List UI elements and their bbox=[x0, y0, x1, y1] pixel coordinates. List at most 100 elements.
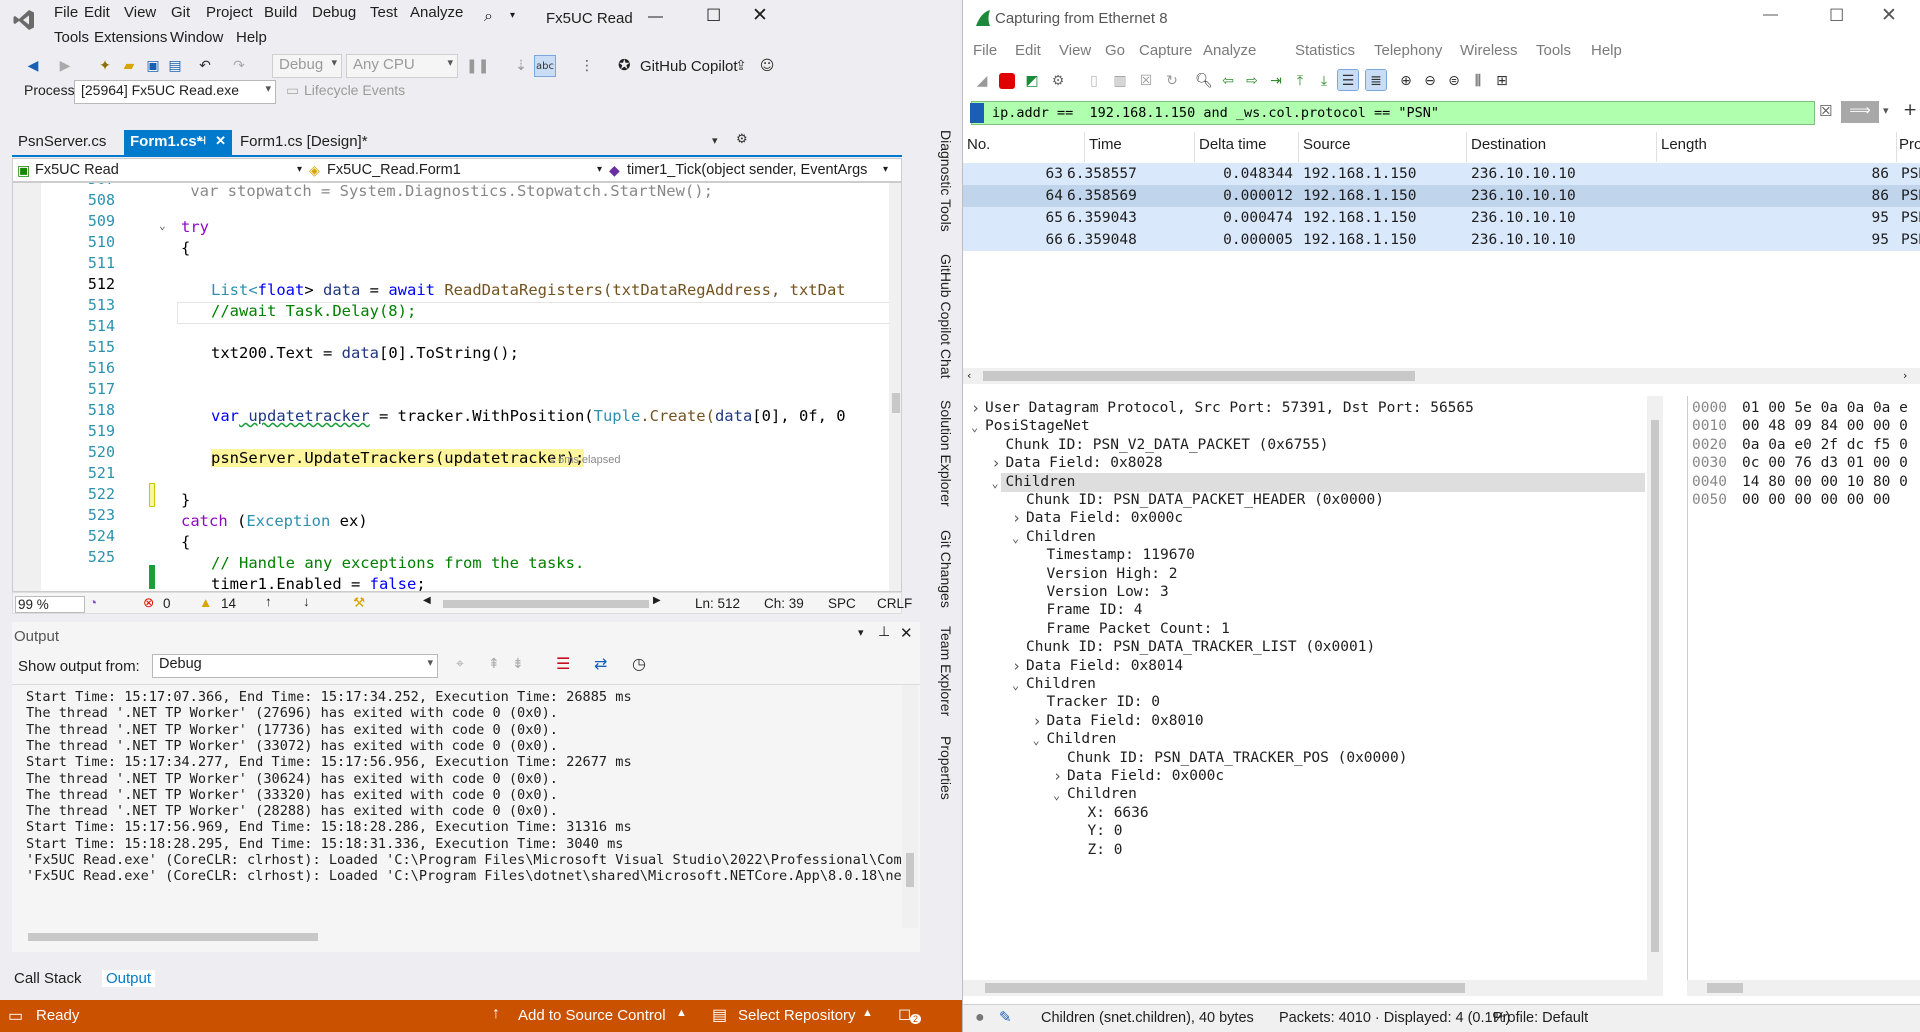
output-vertical-scrollbar[interactable] bbox=[902, 685, 918, 928]
output-source-select[interactable]: Debug ▾ bbox=[152, 654, 438, 678]
col-length[interactable]: Length bbox=[1657, 132, 1897, 162]
column-indicator[interactable]: Ch: 39 bbox=[764, 596, 804, 611]
class-dropdown-arrow[interactable]: ▾ bbox=[597, 164, 602, 175]
col-source[interactable]: Source bbox=[1299, 132, 1467, 162]
save-file-icon[interactable]: ▥ bbox=[1109, 70, 1131, 92]
tab-form1-design[interactable]: Form1.cs [Design]* bbox=[234, 130, 384, 156]
packet-row[interactable]: 66 6.359048 0.000005 192.168.1.150 236.10.10… bbox=[963, 229, 1920, 251]
search-icon[interactable]: ⌕ bbox=[484, 8, 493, 26]
hex-bytes[interactable]: 00 48 09 84 00 00 0 bbox=[1742, 418, 1908, 434]
tree-node[interactable]: Version Low: 3 bbox=[1047, 584, 1169, 600]
perf-tip[interactable]: ≤ 6ms elapsed bbox=[549, 454, 620, 466]
tree-node[interactable]: Data Field: 0x000c bbox=[1067, 768, 1224, 784]
packet-row[interactable]: 63 6.358557 0.048344 192.168.1.150 236.10.10… bbox=[963, 163, 1920, 185]
resize-columns-icon[interactable]: ⫼ bbox=[1467, 70, 1489, 92]
side-tab-team-explorer[interactable]: Team Explorer bbox=[938, 626, 954, 716]
col-no[interactable]: No. bbox=[963, 132, 1085, 162]
details-hscroll[interactable] bbox=[963, 980, 1663, 996]
config-select[interactable]: Debug ▾ bbox=[272, 54, 342, 78]
copilot-button[interactable]: GitHub Copilot bbox=[640, 58, 738, 75]
output-text[interactable]: Start Time: 15:17:07.366, End Time: 15:1… bbox=[12, 684, 920, 928]
packet-row[interactable]: 64 6.358569 0.000012 192.168.1.150 236.10.10… bbox=[963, 185, 1920, 207]
menu-test[interactable]: Test bbox=[370, 4, 398, 21]
expanded-chevron-icon[interactable]: ⌄ bbox=[971, 420, 978, 434]
ws-menu-analyze[interactable]: Analyze bbox=[1203, 42, 1256, 59]
tree-node[interactable]: Children bbox=[1006, 474, 1076, 490]
tab-call-stack[interactable]: Call Stack bbox=[14, 970, 82, 987]
close-button[interactable]: ✕ bbox=[752, 4, 768, 27]
collapsed-chevron-icon[interactable]: › bbox=[971, 399, 980, 417]
open-file-icon[interactable]: ▯ bbox=[1083, 70, 1105, 92]
hex-bytes[interactable]: 0a 0a e0 2f dc f5 0 bbox=[1742, 437, 1908, 453]
tree-node[interactable]: Children bbox=[1067, 786, 1137, 802]
go-forward-icon[interactable]: ⇨ bbox=[1241, 70, 1263, 92]
output-pin-icon[interactable]: ⊥ bbox=[878, 624, 890, 640]
warning-count[interactable]: 14 bbox=[221, 596, 236, 611]
repository-icon[interactable]: ▤ bbox=[712, 1005, 727, 1025]
warning-icon[interactable]: ▲ bbox=[199, 595, 212, 610]
close-file-icon[interactable]: ☒ bbox=[1135, 70, 1157, 92]
tree-node[interactable]: Frame ID: 4 bbox=[1047, 602, 1143, 618]
hex-bytes[interactable]: 14 80 00 00 10 80 0 bbox=[1742, 474, 1908, 490]
side-tab-properties[interactable]: Properties bbox=[938, 736, 954, 800]
restart-capture-icon[interactable]: ◩ bbox=[1021, 70, 1043, 92]
process-select[interactable]: [25964] Fx5UC Read.exe ▾ bbox=[74, 80, 276, 104]
packet-details-tree[interactable]: › User Datagram Protocol, Src Port: 57391… bbox=[963, 396, 1663, 986]
spell-check-icon[interactable]: abc bbox=[534, 55, 556, 77]
menu-view[interactable]: View bbox=[124, 4, 156, 21]
editor-vertical-scrollbar[interactable] bbox=[889, 183, 901, 591]
menu-file[interactable]: File bbox=[54, 4, 78, 21]
horizontal-scroll-thumb[interactable] bbox=[443, 600, 649, 608]
next-issue-icon[interactable]: ↓ bbox=[303, 594, 310, 609]
collapsed-chevron-icon[interactable]: › bbox=[1012, 657, 1021, 675]
expand-subtrees-icon[interactable]: ⊞ bbox=[1491, 70, 1513, 92]
lifecycle-icon[interactable]: ▭ bbox=[286, 82, 299, 99]
tab-list-icon[interactable]: ▾ bbox=[712, 134, 718, 147]
notification-count[interactable]: 2 bbox=[910, 1014, 922, 1024]
tree-node[interactable]: X: 6636 bbox=[1088, 805, 1149, 821]
ws-maximize-button[interactable]: ☐ bbox=[1829, 6, 1844, 26]
tree-node[interactable]: Data Field: 0x8010 bbox=[1047, 713, 1204, 729]
col-destination[interactable]: Destination bbox=[1467, 132, 1657, 162]
clear-all-icon[interactable]: ☰ bbox=[556, 654, 570, 673]
add-to-source-control[interactable]: Add to Source Control bbox=[518, 1007, 666, 1024]
tab-psnserver[interactable]: PsnServer.cs bbox=[12, 130, 122, 156]
ws-menu-file[interactable]: File bbox=[973, 42, 997, 59]
normal-size-icon[interactable]: ⊜ bbox=[1443, 70, 1465, 92]
copilot-icon[interactable]: ✪ bbox=[618, 56, 631, 74]
bytes-hscroll[interactable] bbox=[1687, 980, 1920, 996]
ws-menu-tools[interactable]: Tools bbox=[1536, 42, 1571, 59]
col-protocol[interactable]: Proto bbox=[1897, 132, 1920, 162]
tree-node[interactable]: Data Field: 0x8028 bbox=[1006, 455, 1163, 471]
lifecycle-events[interactable]: Lifecycle Events bbox=[304, 82, 405, 98]
stop-capture-icon[interactable] bbox=[999, 73, 1015, 89]
redo-icon[interactable]: ↷ bbox=[228, 55, 250, 77]
tree-node[interactable]: Chunk ID: PSN_DATA_TRACKER_LIST (0x0001) bbox=[1026, 639, 1375, 655]
error-count[interactable]: 0 bbox=[163, 596, 171, 611]
tree-node[interactable]: PosiStageNet bbox=[985, 418, 1090, 434]
class-dropdown[interactable]: Fx5UC_Read.Form1 bbox=[327, 162, 461, 178]
collapsed-chevron-icon[interactable]: › bbox=[1033, 712, 1042, 730]
next-message-icon[interactable]: ⇟ bbox=[512, 656, 524, 672]
open-folder-icon[interactable]: ▰ bbox=[118, 55, 140, 77]
navigate-back-icon[interactable]: ◀ bbox=[22, 55, 44, 77]
pause-icon[interactable]: ❚❚ bbox=[466, 55, 489, 77]
toolbar-options-icon[interactable]: ⋮ bbox=[576, 55, 598, 77]
capture-comment-icon[interactable]: ✎ bbox=[999, 1008, 1012, 1026]
expanded-chevron-icon[interactable]: ⌄ bbox=[1012, 531, 1019, 545]
line-indicator[interactable]: Ln: 512 bbox=[695, 596, 740, 611]
autoscroll-icon[interactable]: ☰ bbox=[1337, 69, 1359, 91]
output-close-icon[interactable]: ✕ bbox=[900, 624, 913, 642]
col-time[interactable]: Time bbox=[1085, 132, 1195, 162]
start-capture-icon[interactable]: ◢ bbox=[971, 70, 993, 92]
menu-tools[interactable]: Tools bbox=[54, 29, 89, 46]
new-item-icon[interactable]: ✦ bbox=[94, 55, 116, 77]
zoom-in-icon[interactable]: ⊕ bbox=[1395, 70, 1417, 92]
find-packet-icon[interactable]: 🔍︎ bbox=[1193, 70, 1215, 92]
project-dropdown-arrow[interactable]: ▾ bbox=[297, 164, 302, 175]
side-tab-copilot-chat[interactable]: GitHub Copilot Chat bbox=[938, 254, 954, 379]
tree-node[interactable]: Z: 0 bbox=[1088, 842, 1123, 858]
source-control-arrow[interactable]: ▲ bbox=[676, 1007, 687, 1019]
line-ending-indicator[interactable]: CRLF bbox=[877, 596, 912, 611]
collapsed-chevron-icon[interactable]: › bbox=[1053, 767, 1062, 785]
